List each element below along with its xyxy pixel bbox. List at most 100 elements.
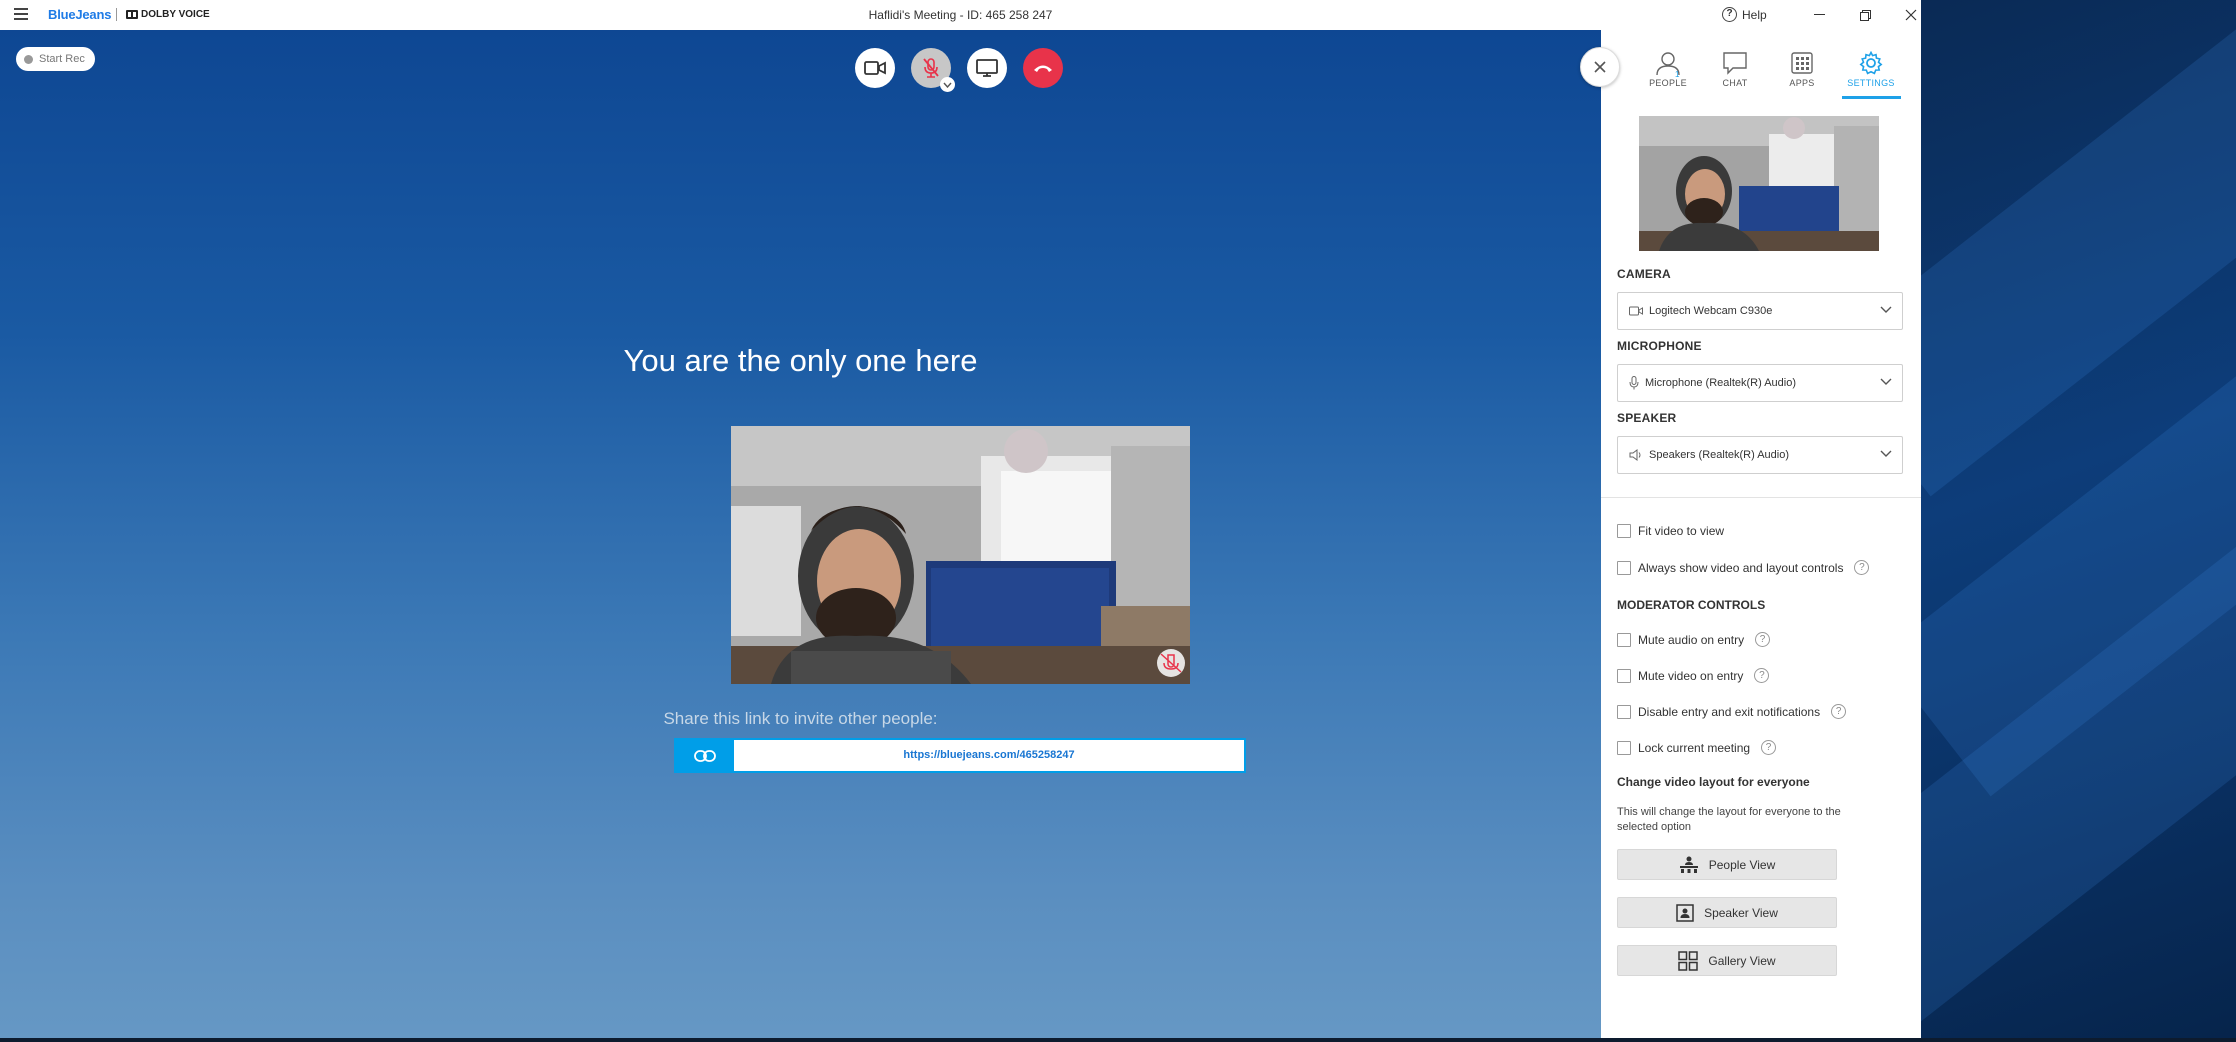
mute-audio-label: Mute audio on entry bbox=[1638, 632, 1745, 647]
tab-apps-label: APPS bbox=[1789, 78, 1815, 88]
empty-room-message: You are the only one here bbox=[623, 343, 978, 378]
speaker-view-button[interactable]: Speaker View bbox=[1617, 897, 1837, 928]
share-link-box: https://bluejeans.com/465258247 bbox=[674, 738, 1246, 773]
fit-video-checkbox[interactable] bbox=[1617, 524, 1631, 538]
self-camera-feed bbox=[731, 426, 1190, 684]
speaker-value: Speakers (Realtek(R) Audio) bbox=[1649, 449, 1790, 461]
bluejeans-app-window: BlueJeans DOLBY VOICE Haflidi's Meeting … bbox=[0, 0, 1921, 1042]
help-circle-icon[interactable]: ? bbox=[1831, 704, 1847, 719]
camera-label: CAMERA bbox=[1617, 267, 1671, 281]
mute-video-label: Mute video on entry bbox=[1638, 668, 1744, 683]
microphone-label: MICROPHONE bbox=[1617, 339, 1702, 353]
taskbar bbox=[0, 1038, 2236, 1042]
fit-video-label: Fit video to view bbox=[1638, 524, 1725, 538]
help-circle-icon[interactable]: ? bbox=[1755, 632, 1771, 647]
settings-divider bbox=[1601, 497, 1921, 498]
people-view-label: People View bbox=[1708, 857, 1776, 872]
self-video-tile bbox=[731, 426, 1190, 684]
start-recording-button[interactable]: Start Rec bbox=[16, 47, 95, 71]
microphone-muted-icon bbox=[923, 58, 939, 78]
minimize-button[interactable] bbox=[1796, 0, 1842, 30]
disable-notifications-checkbox[interactable] bbox=[1617, 704, 1631, 719]
close-icon bbox=[1905, 9, 1917, 21]
monitor-icon bbox=[976, 59, 998, 77]
start-recording-label: Start Rec bbox=[39, 53, 85, 65]
screen-share-button[interactable] bbox=[967, 48, 1007, 88]
camera-icon bbox=[1629, 306, 1643, 316]
video-toggle-button[interactable] bbox=[855, 48, 895, 88]
tab-people[interactable]: PEOPLE 1 bbox=[1634, 50, 1702, 88]
grid-icon bbox=[1791, 52, 1813, 74]
record-dot-icon bbox=[24, 54, 33, 64]
restore-icon bbox=[1859, 9, 1871, 21]
tab-apps[interactable]: APPS bbox=[1768, 50, 1836, 88]
people-count-badge: 1 bbox=[1675, 70, 1680, 79]
lock-meeting-label: Lock current meeting bbox=[1638, 740, 1751, 755]
help-circle-icon[interactable]: ? bbox=[1761, 740, 1777, 755]
disable-notifications-option: Disable entry and exit notifications ? bbox=[1617, 704, 1847, 719]
mute-video-option: Mute video on entry ? bbox=[1617, 668, 1770, 683]
microphone-options-button[interactable] bbox=[940, 77, 955, 92]
side-panel: PEOPLE 1 CHAT APPS SETTINGS CAMERA Logit… bbox=[1601, 30, 1921, 1042]
end-call-button[interactable] bbox=[1023, 48, 1063, 88]
always-show-controls-option: Always show video and layout controls ? bbox=[1617, 560, 1870, 575]
fit-video-option: Fit video to view bbox=[1617, 524, 1724, 538]
meeting-link[interactable]: https://bluejeans.com/465258247 bbox=[734, 740, 1244, 771]
microphone-value: Microphone (Realtek(R) Audio) bbox=[1645, 377, 1797, 389]
hang-up-icon bbox=[1034, 65, 1052, 72]
video-layout-heading: Change video layout for everyone bbox=[1617, 775, 1810, 789]
moderator-controls-heading: MODERATOR CONTROLS bbox=[1617, 598, 1766, 612]
video-camera-icon bbox=[864, 61, 886, 75]
gallery-view-icon bbox=[1678, 950, 1699, 971]
tab-people-label: PEOPLE bbox=[1649, 78, 1687, 88]
tab-chat-label: CHAT bbox=[1722, 78, 1748, 88]
meeting-title: Haflidi's Meeting - ID: 465 258 247 bbox=[868, 8, 1053, 22]
restore-button[interactable] bbox=[1842, 0, 1888, 30]
always-show-controls-checkbox[interactable] bbox=[1617, 560, 1631, 575]
desktop-background bbox=[1921, 0, 2236, 1042]
camera-preview bbox=[1639, 116, 1879, 251]
speaker-view-label: Speaker View bbox=[1704, 905, 1778, 920]
active-tab-indicator bbox=[1842, 96, 1901, 99]
always-show-controls-label: Always show video and layout controls bbox=[1638, 560, 1844, 575]
mute-audio-checkbox[interactable] bbox=[1617, 632, 1631, 647]
gallery-view-label: Gallery View bbox=[1708, 953, 1776, 968]
help-circle-icon[interactable]: ? bbox=[1754, 668, 1770, 683]
chevron-down-icon bbox=[1880, 450, 1892, 457]
close-panel-button[interactable] bbox=[1580, 47, 1620, 87]
gear-icon bbox=[1859, 51, 1883, 75]
help-circle-icon[interactable]: ? bbox=[1854, 560, 1870, 575]
camera-select[interactable]: Logitech Webcam C930e bbox=[1617, 292, 1903, 330]
tab-settings[interactable]: SETTINGS bbox=[1837, 50, 1905, 88]
people-view-button[interactable]: People View bbox=[1617, 849, 1837, 880]
speaker-view-icon bbox=[1676, 903, 1694, 922]
disable-notifications-label: Disable entry and exit notifications bbox=[1638, 704, 1821, 719]
close-icon bbox=[1594, 61, 1606, 73]
meeting-stage: Start Rec You are the only one here Shar… bbox=[0, 30, 1601, 1042]
camera-value: Logitech Webcam C930e bbox=[1649, 305, 1773, 317]
speaker-icon bbox=[1629, 449, 1641, 461]
copy-link-button[interactable] bbox=[676, 740, 734, 771]
microphone-icon bbox=[1629, 376, 1639, 390]
microphone-select[interactable]: Microphone (Realtek(R) Audio) bbox=[1617, 364, 1903, 402]
people-view-icon bbox=[1679, 856, 1698, 873]
chevron-down-icon bbox=[1880, 378, 1892, 385]
lock-meeting-checkbox[interactable] bbox=[1617, 740, 1631, 755]
minimize-icon bbox=[1813, 14, 1825, 15]
camera-preview-image bbox=[1639, 116, 1879, 251]
chat-icon bbox=[1723, 52, 1747, 75]
mute-video-checkbox[interactable] bbox=[1617, 668, 1631, 683]
link-icon bbox=[694, 749, 716, 762]
share-link-prompt: Share this link to invite other people: bbox=[663, 709, 938, 728]
speaker-select[interactable]: Speakers (Realtek(R) Audio) bbox=[1617, 436, 1903, 474]
help-icon: ? bbox=[1722, 7, 1737, 22]
help-button[interactable]: ? Help bbox=[1722, 7, 1767, 22]
gallery-view-button[interactable]: Gallery View bbox=[1617, 945, 1837, 976]
tab-chat[interactable]: CHAT bbox=[1701, 50, 1769, 88]
chevron-down-icon bbox=[1880, 306, 1892, 313]
close-window-button[interactable] bbox=[1888, 0, 1934, 30]
tab-settings-label: SETTINGS bbox=[1847, 78, 1895, 88]
title-bar: BlueJeans DOLBY VOICE Haflidi's Meeting … bbox=[0, 0, 1921, 30]
lock-meeting-option: Lock current meeting ? bbox=[1617, 740, 1777, 755]
speaker-label: SPEAKER bbox=[1617, 411, 1677, 425]
